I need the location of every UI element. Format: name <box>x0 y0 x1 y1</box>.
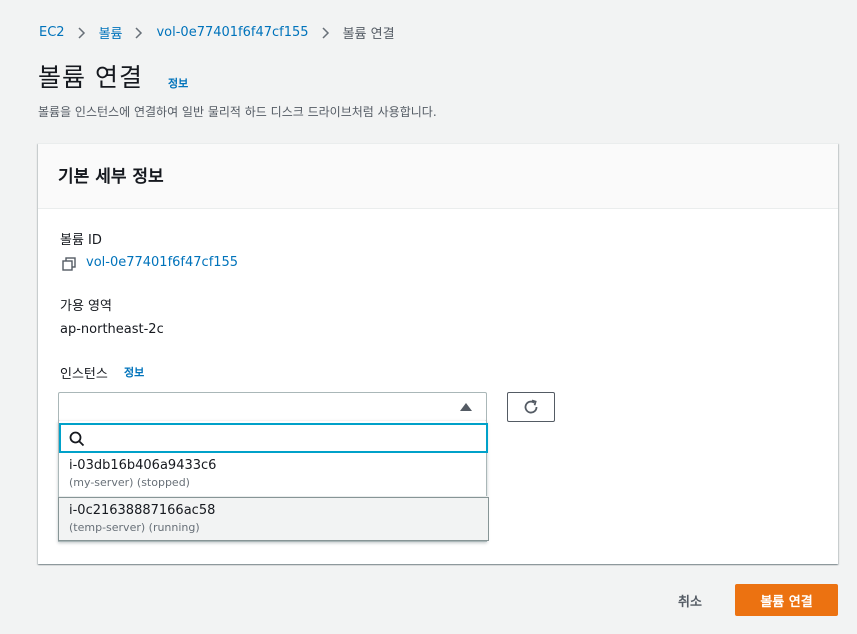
az-value: ap-northeast-2c <box>60 322 164 337</box>
refresh-icon <box>524 399 538 414</box>
breadcrumb-volumes[interactable]: 볼륨 <box>99 23 123 42</box>
instance-option[interactable]: i-03db16b406a9433c6 (my-server) (stopped… <box>59 453 488 497</box>
option-id: i-0c21638887166ac58 <box>69 503 216 518</box>
title-info-link[interactable]: 정보 <box>168 75 188 91</box>
page-description: 볼륨을 인스턴스에 연결하여 일반 물리적 하드 디스크 드라이브처럼 사용합니… <box>38 105 437 119</box>
dropdown-search <box>59 423 488 453</box>
instance-option[interactable]: i-0c21638887166ac58 (temp-server) (runni… <box>58 497 489 541</box>
volume-id-link[interactable]: vol-0e77401f6f47cf155 <box>86 255 238 270</box>
chevron-right-icon <box>75 26 89 40</box>
search-icon <box>69 431 85 447</box>
copy-icon[interactable] <box>62 256 76 271</box>
volume-id-label: 볼륨 ID <box>60 233 102 248</box>
cancel-button[interactable]: 취소 <box>672 589 708 612</box>
breadcrumb-ec2[interactable]: EC2 <box>39 25 65 40</box>
breadcrumb: EC2 볼륨 vol-0e77401f6f47cf155 볼륨 연결 <box>39 23 395 42</box>
instance-info-link[interactable]: 정보 <box>124 364 144 380</box>
caret-up-icon <box>460 403 472 411</box>
page-title: 볼륨 연결 <box>38 63 143 92</box>
instance-dropdown: i-03db16b406a9433c6 (my-server) (stopped… <box>58 421 489 542</box>
option-meta: (temp-server) (running) <box>69 521 200 534</box>
dropdown-search-input[interactable] <box>93 428 473 448</box>
option-id: i-03db16b406a9433c6 <box>69 458 217 473</box>
az-label: 가용 영역 <box>60 299 112 314</box>
panel-header: 기본 세부 정보 <box>38 144 838 209</box>
instance-select[interactable] <box>58 392 487 422</box>
chevron-right-icon <box>132 26 146 40</box>
attach-volume-button[interactable]: 볼륨 연결 <box>735 584 838 616</box>
panel-title: 기본 세부 정보 <box>58 167 164 187</box>
instance-label: 인스턴스 <box>60 367 108 382</box>
chevron-right-icon <box>319 26 333 40</box>
refresh-button[interactable] <box>507 392 555 422</box>
breadcrumb-volume-id[interactable]: vol-0e77401f6f47cf155 <box>156 25 308 40</box>
breadcrumb-current: 볼륨 연결 <box>342 27 395 42</box>
basic-details-panel: 기본 세부 정보 볼륨 ID vol-0e77401f6f47cf155 가용 … <box>38 143 838 564</box>
option-meta: (my-server) (stopped) <box>69 476 190 489</box>
